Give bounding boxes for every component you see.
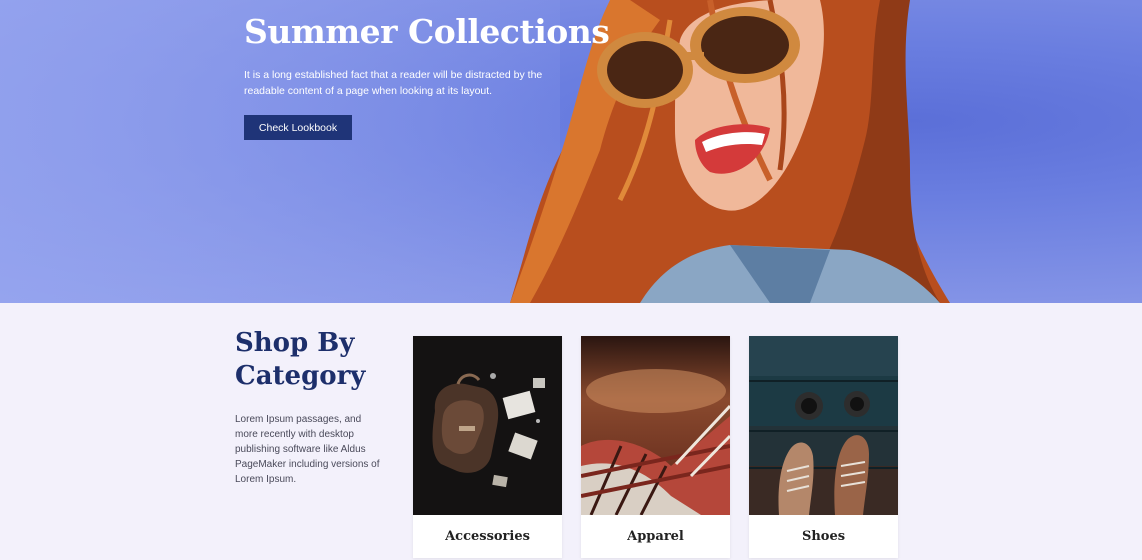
shoes-image <box>749 336 898 515</box>
category-label-shoes: Shoes <box>801 529 846 544</box>
check-lookbook-button[interactable]: Check Lookbook <box>244 115 352 140</box>
apparel-image <box>581 336 730 515</box>
category-card-apparel[interactable]: Apparel <box>581 336 730 558</box>
accessories-image <box>413 336 562 515</box>
shop-by-category-title: Shop By Category <box>235 328 366 391</box>
hero-banner: Summer Collections It is a long establis… <box>0 0 1142 303</box>
category-card-shoes[interactable]: Shoes <box>749 336 898 558</box>
hero-title: Summer Collections <box>244 12 610 51</box>
category-card-accessories[interactable]: Accessories <box>413 336 562 558</box>
shop-description: Lorem Ipsum passages, and more recently … <box>235 414 380 485</box>
hero-description: It is a long established fact that a rea… <box>244 69 543 97</box>
category-label-apparel: Apparel <box>627 529 684 544</box>
category-label-accessories: Accessories <box>445 529 530 544</box>
